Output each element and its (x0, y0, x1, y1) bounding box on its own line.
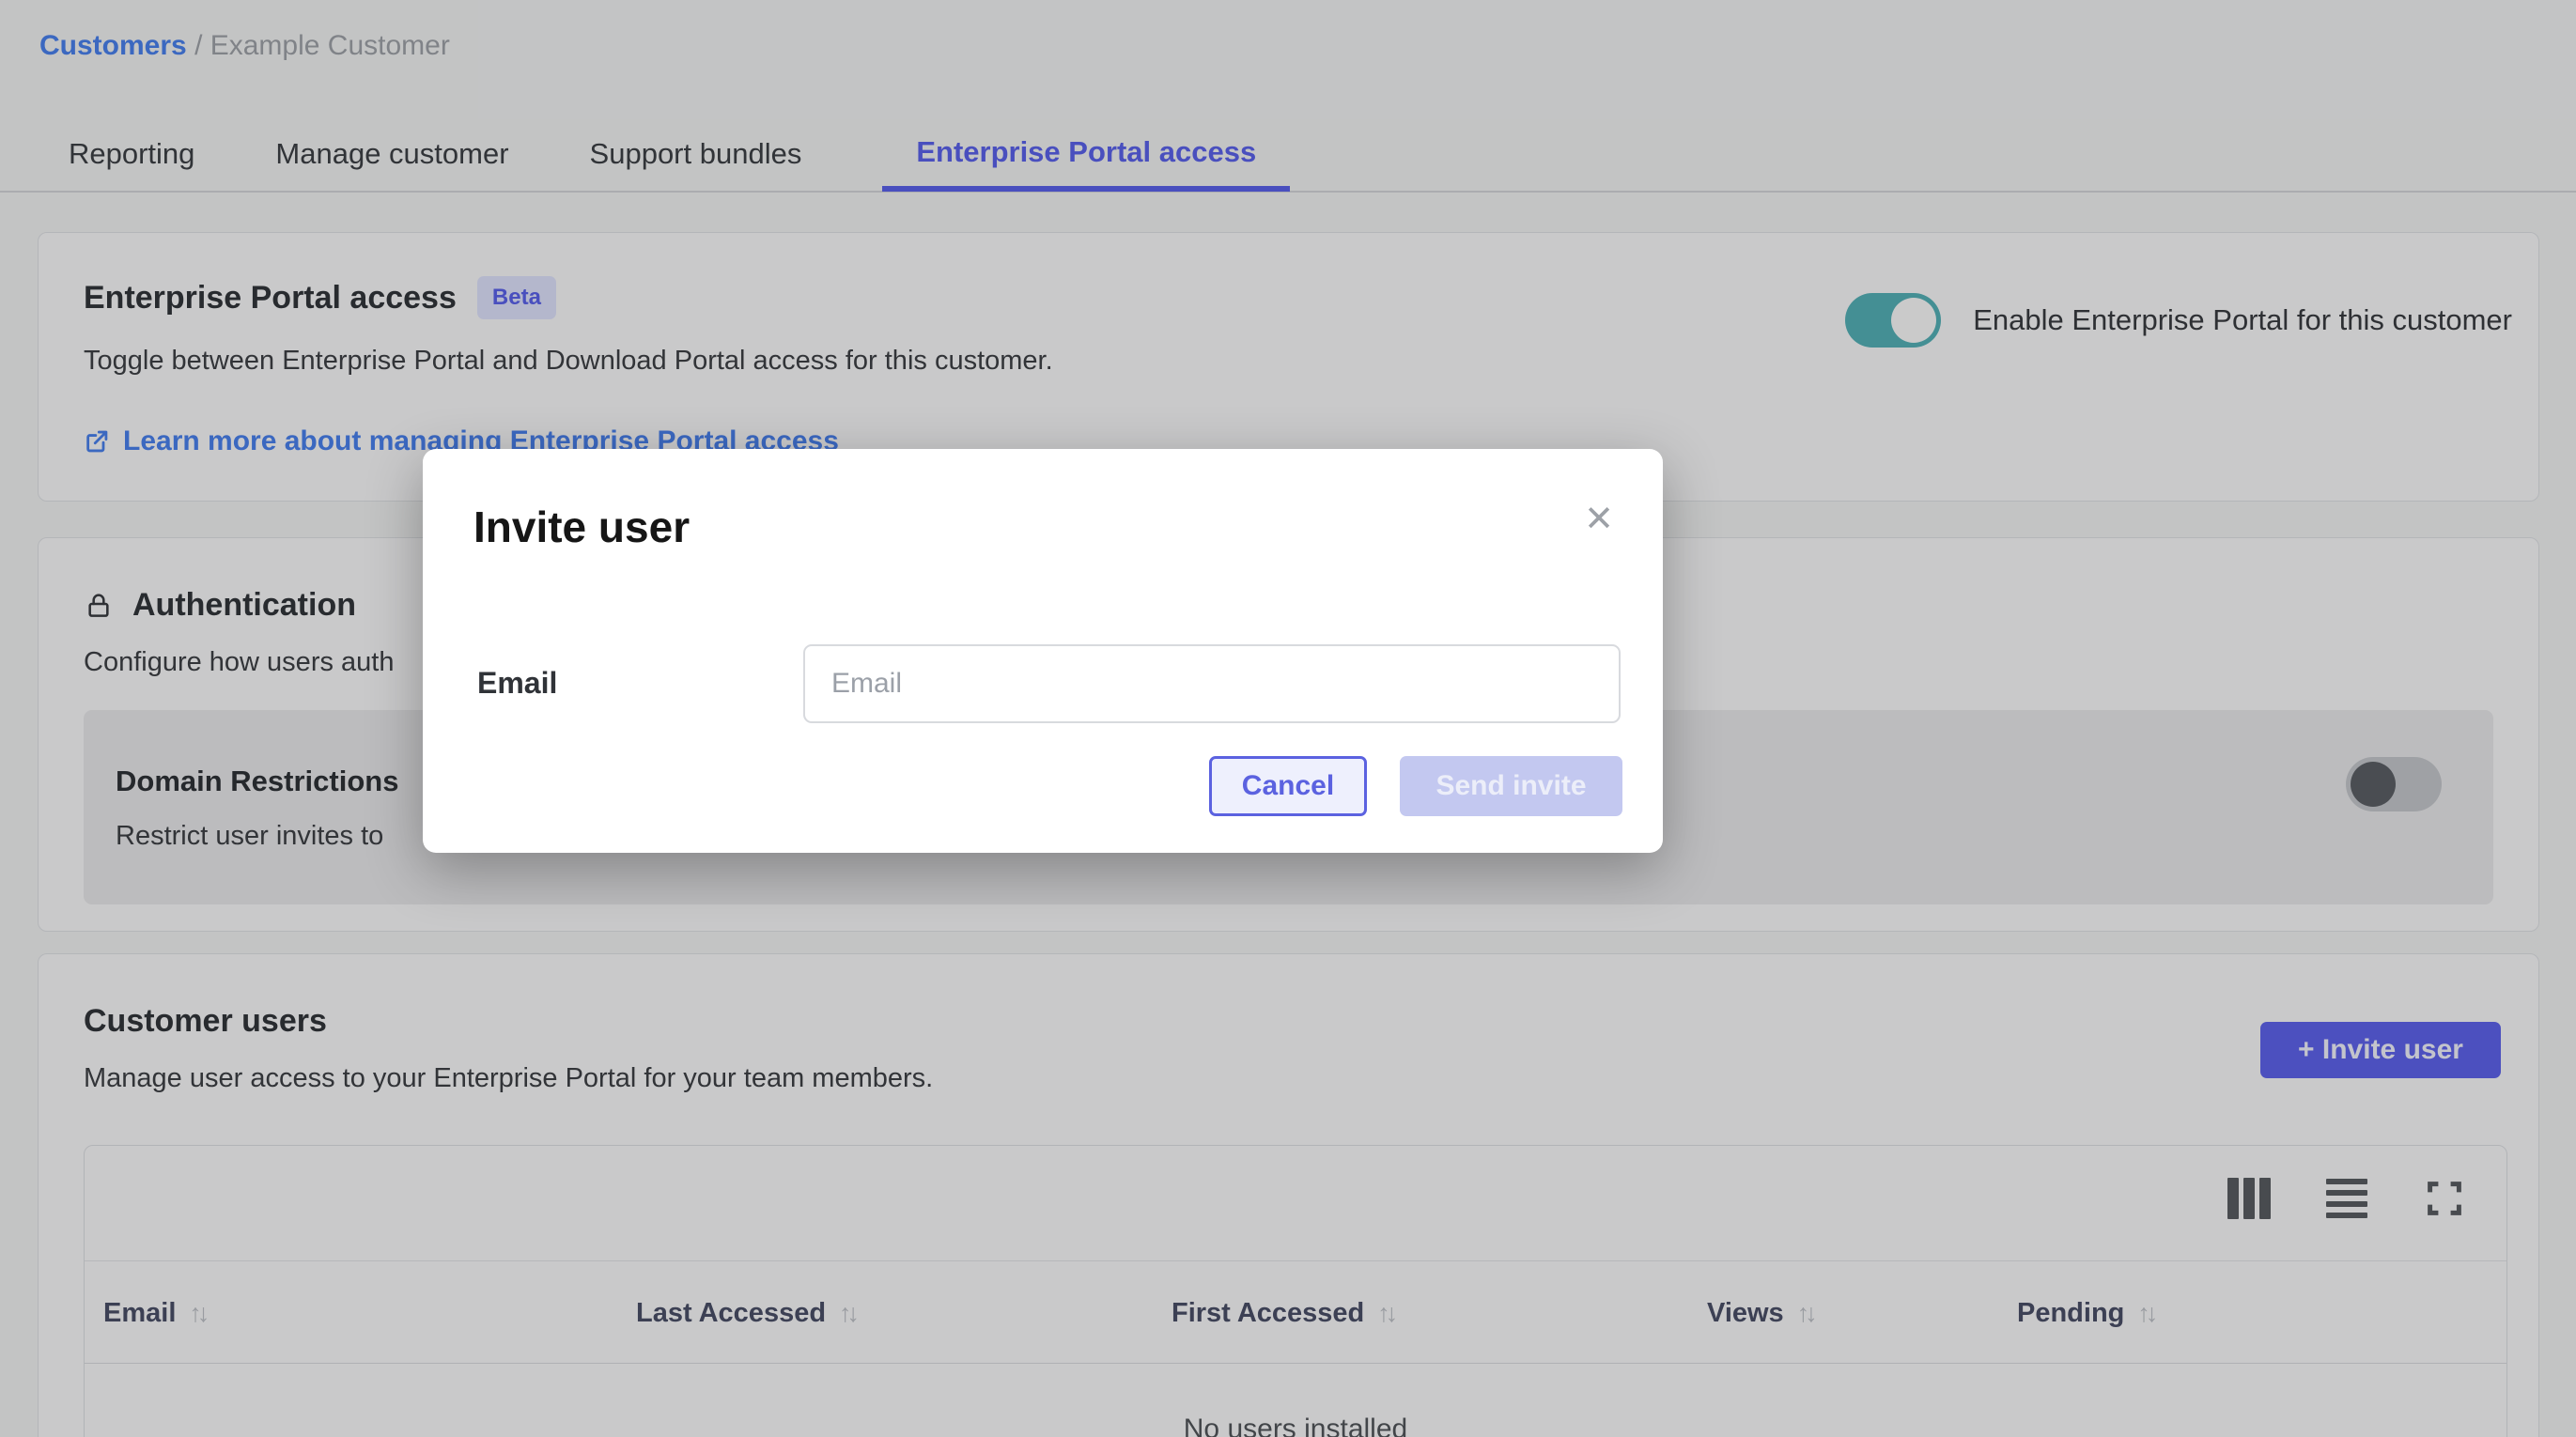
invite-user-modal: Invite user ✕ Email Cancel Send invite (423, 449, 1663, 853)
modal-title: Invite user (473, 502, 690, 552)
send-invite-button[interactable]: Send invite (1400, 756, 1622, 816)
email-label: Email (477, 666, 557, 701)
customer-portal-page: Customers / Example Customer Reporting M… (0, 0, 2576, 1437)
cancel-button[interactable]: Cancel (1209, 756, 1367, 816)
close-icon[interactable]: ✕ (1584, 502, 1614, 537)
email-field[interactable] (803, 644, 1621, 723)
